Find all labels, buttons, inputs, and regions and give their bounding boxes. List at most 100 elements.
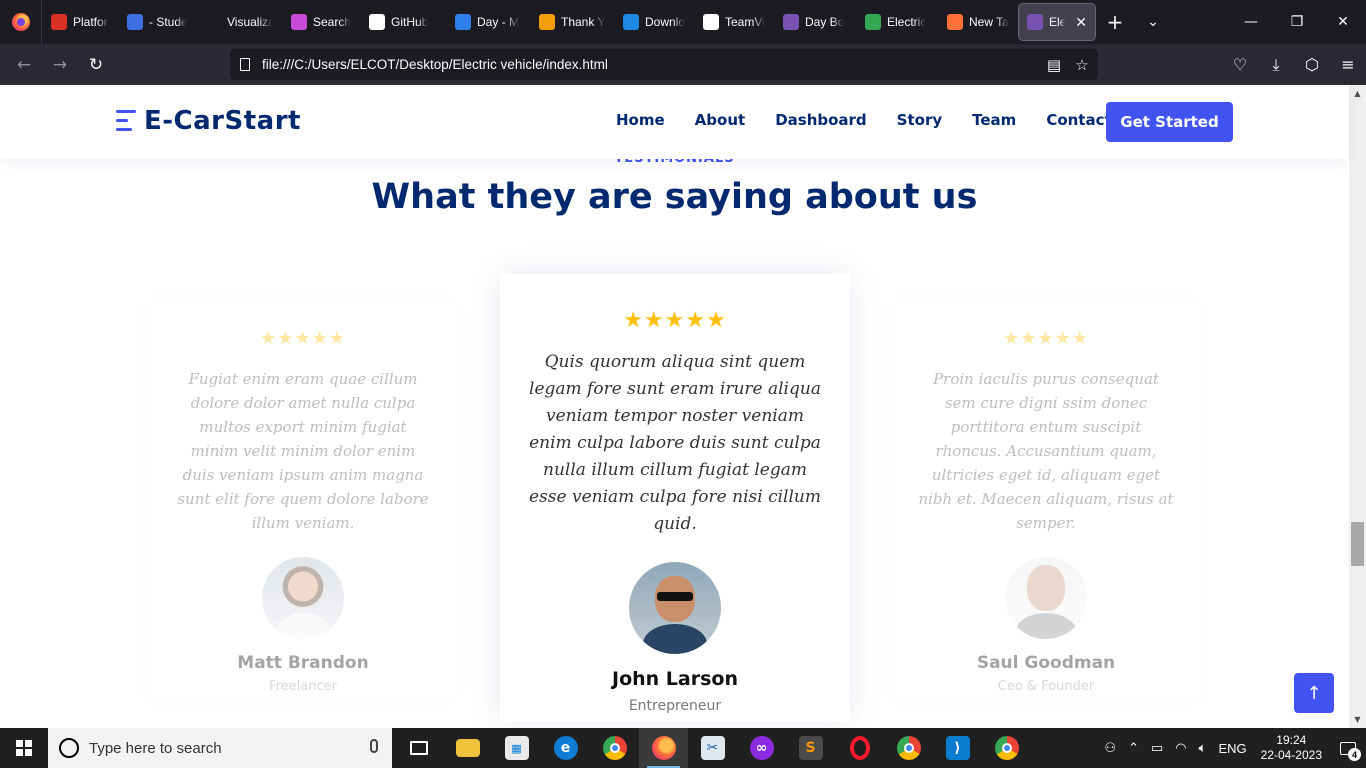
- browser-tab[interactable]: Thank Y: [531, 4, 613, 40]
- clock[interactable]: 19:24 22-04-2023: [1253, 733, 1330, 763]
- bookmark-star-icon[interactable]: ☆: [1068, 49, 1096, 80]
- page-viewport: E-CarStart Home About Dashboard Story Te…: [0, 85, 1366, 728]
- nav-home[interactable]: Home: [616, 111, 665, 129]
- pinned-apps: ▦ e ✂ ∞ S ⟩: [394, 728, 1031, 768]
- chrome-icon[interactable]: [590, 728, 639, 768]
- browser-tab-strip: Platform - Student Visualization Search GitH…: [0, 0, 1366, 44]
- microphone-icon[interactable]: [370, 739, 378, 753]
- edge-icon[interactable]: e: [541, 728, 590, 768]
- opera-icon[interactable]: [835, 728, 884, 768]
- pocket-icon[interactable]: ♡: [1222, 49, 1258, 81]
- restore-icon[interactable]: ❐: [1274, 0, 1320, 44]
- list-all-tabs-button[interactable]: ⌄: [1134, 0, 1172, 44]
- people-icon[interactable]: ⚇: [1098, 740, 1122, 756]
- browser-tab[interactable]: Downlo: [615, 4, 693, 40]
- close-tab-icon[interactable]: ✕: [1075, 14, 1087, 31]
- clock-time: 19:24: [1276, 733, 1307, 747]
- back-arrow-icon[interactable]: ←: [6, 49, 42, 81]
- person-role: Ceo & Founder: [997, 679, 1095, 694]
- browser-tab[interactable]: Day Bo: [775, 4, 855, 40]
- section-title: What they are saying about us: [371, 177, 978, 217]
- browser-tab[interactable]: - Student: [119, 4, 195, 40]
- browser-tab[interactable]: Visualization: [197, 4, 281, 40]
- store-icon[interactable]: ▦: [492, 728, 541, 768]
- volume-icon[interactable]: 🔈︎: [1193, 740, 1213, 756]
- browser-tab[interactable]: Electric: [857, 4, 937, 40]
- get-started-button[interactable]: Get Started: [1106, 102, 1233, 142]
- nav-team[interactable]: Team: [972, 111, 1016, 129]
- avatar: [262, 557, 344, 639]
- tab-label: Thank Y: [561, 15, 605, 29]
- system-tray: ⚇ ⌃ ▭ ◠ 🔈︎ ENG 19:24 22-04-2023 4: [1098, 728, 1366, 768]
- address-bar[interactable]: file:///C:/Users/ELCOT/Desktop/Electric …: [230, 49, 1098, 80]
- notification-center-icon[interactable]: 4: [1330, 728, 1366, 768]
- hamburger-menu-icon[interactable]: ≡: [1330, 49, 1366, 81]
- minimize-icon[interactable]: —: [1228, 0, 1274, 44]
- nav-about[interactable]: About: [695, 111, 746, 129]
- browser-tab[interactable]: Elect ✕: [1018, 3, 1096, 41]
- person-name: John Larson: [612, 668, 738, 690]
- browser-nav-bar: ← → ↻ file:///C:/Users/ELCOT/Desktop/Ele…: [0, 44, 1366, 85]
- arrow-up-icon: ↑: [1306, 682, 1322, 704]
- chrome-profile-icon[interactable]: [884, 728, 933, 768]
- tab-label: Visualization: [227, 15, 273, 29]
- avatar: [629, 562, 721, 654]
- vscode-icon: [623, 14, 639, 30]
- incognito-browser-icon[interactable]: ∞: [737, 728, 786, 768]
- scrollbar-thumb[interactable]: [1351, 522, 1364, 566]
- tab-label: Search: [313, 15, 351, 29]
- start-button[interactable]: [0, 728, 48, 768]
- browser-tab[interactable]: New Ta: [939, 4, 1017, 40]
- search-placeholder: Type here to search: [89, 739, 222, 757]
- scroll-down-icon[interactable]: ▼: [1349, 711, 1366, 728]
- browser-tab[interactable]: GitHub: [361, 4, 445, 40]
- bootstrap-icon: [1027, 14, 1043, 30]
- notification-count: 4: [1348, 748, 1361, 761]
- testimonial-card: ★★★★★ Fugiat enim eram quae cillum dolor…: [147, 298, 459, 698]
- show-hidden-icons-chevron-icon[interactable]: ⌃: [1122, 740, 1145, 756]
- testimonial-card-active: ★★★★★ Quis quorum aliqua sint quem legam…: [500, 274, 850, 722]
- browser-tab[interactable]: Day - M: [447, 4, 529, 40]
- extensions-icon[interactable]: ⬡: [1294, 49, 1330, 81]
- person-name: Saul Goodman: [976, 653, 1116, 673]
- gmail-icon: [51, 14, 67, 30]
- chrome-app-icon[interactable]: [982, 728, 1031, 768]
- nav-contact[interactable]: Contact: [1046, 111, 1111, 129]
- firefox-taskbar-icon[interactable]: [639, 728, 688, 768]
- close-window-icon[interactable]: ✕: [1320, 0, 1366, 44]
- forward-arrow-icon[interactable]: →: [42, 49, 78, 81]
- windows-taskbar: Type here to search ▦ e ✂ ∞ S ⟩ ⚇ ⌃ ▭ ◠ …: [0, 728, 1366, 768]
- downloads-icon[interactable]: ⤓: [1258, 49, 1294, 81]
- browser-tab[interactable]: Search: [283, 4, 359, 40]
- nav-story[interactable]: Story: [897, 111, 942, 129]
- back-to-top-button[interactable]: ↑: [1294, 673, 1334, 713]
- new-tab-button[interactable]: +: [1096, 0, 1134, 44]
- sublime-text-icon[interactable]: S: [786, 728, 835, 768]
- blank-icon: [205, 14, 221, 30]
- nav-dashboard[interactable]: Dashboard: [775, 111, 866, 129]
- browser-tab[interactable]: Platform: [43, 4, 117, 40]
- tab-label: Day - M: [477, 15, 519, 29]
- url-text[interactable]: file:///C:/Users/ELCOT/Desktop/Electric …: [262, 57, 608, 72]
- github-icon: [369, 14, 385, 30]
- wifi-icon[interactable]: ◠: [1169, 740, 1192, 756]
- reader-view-icon[interactable]: ▤: [1040, 49, 1068, 80]
- task-view-icon[interactable]: [394, 728, 443, 768]
- reload-icon[interactable]: ↻: [78, 49, 114, 81]
- avatar: [1005, 557, 1087, 639]
- page-scrollbar[interactable]: ▲ ▼: [1349, 85, 1366, 728]
- taskbar-search[interactable]: Type here to search: [48, 728, 392, 768]
- language-indicator[interactable]: ENG: [1212, 741, 1252, 756]
- teamviewer-icon: [703, 14, 719, 30]
- window-controls: — ❐ ✕: [1228, 0, 1366, 44]
- firefox-menu-button[interactable]: [0, 0, 42, 44]
- brand-logo[interactable]: E-CarStart: [116, 106, 301, 136]
- vscode-icon[interactable]: ⟩: [933, 728, 982, 768]
- file-explorer-icon[interactable]: [443, 728, 492, 768]
- drive-icon: [865, 14, 881, 30]
- scroll-up-icon[interactable]: ▲: [1349, 85, 1366, 102]
- browser-tab[interactable]: TeamVi: [695, 4, 773, 40]
- snipping-tool-icon[interactable]: ✂: [688, 728, 737, 768]
- testimonial-quote: Quis quorum aliqua sint quem legam fore …: [529, 352, 821, 534]
- battery-icon[interactable]: ▭: [1145, 740, 1169, 756]
